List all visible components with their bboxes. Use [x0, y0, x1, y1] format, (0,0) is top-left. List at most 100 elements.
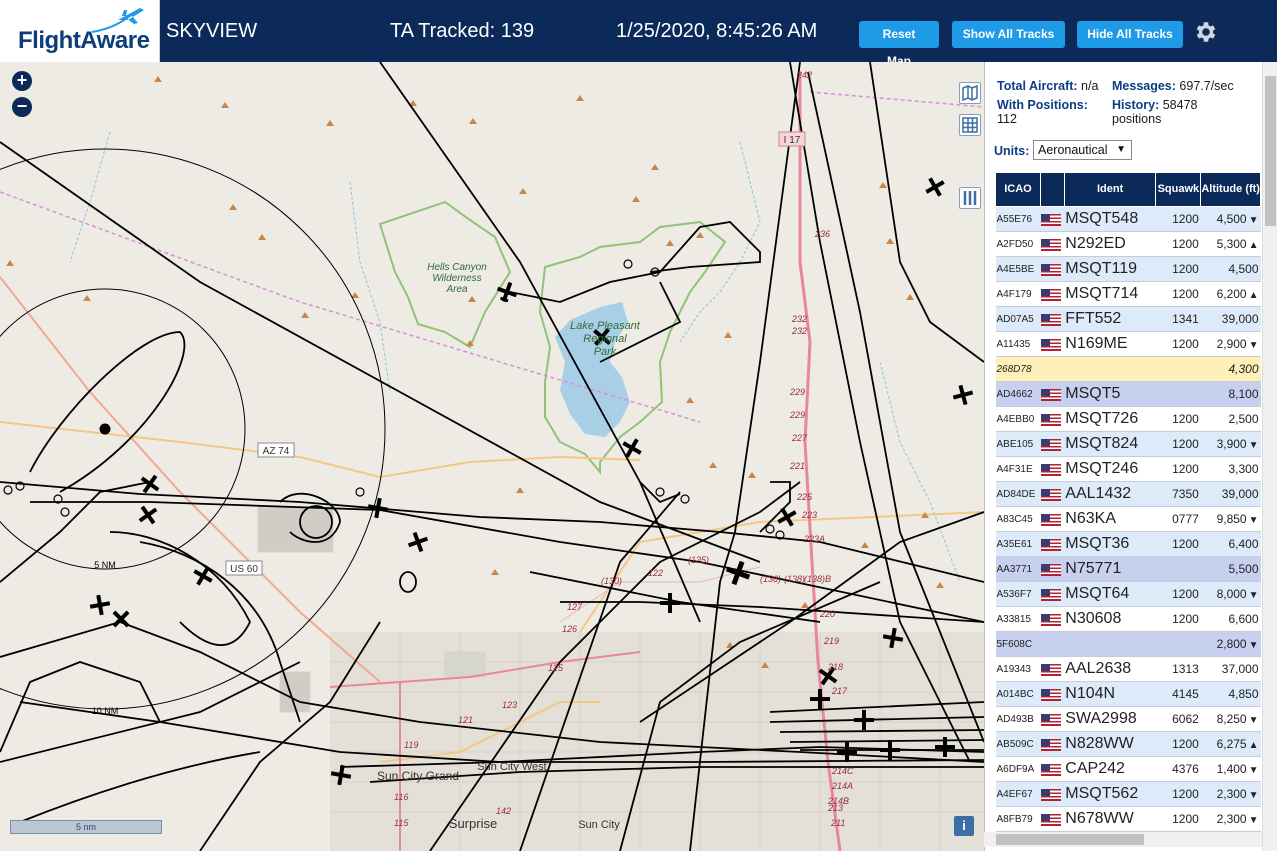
- table-row[interactable]: AD07A5 FFT552 1341 39,000: [995, 306, 1261, 332]
- table-row[interactable]: 5F608C 2,800 ▼: [995, 631, 1261, 657]
- aircraft-icon[interactable]: [88, 593, 111, 616]
- table-row[interactable]: A014BC N104N 4145 4,850: [995, 681, 1261, 707]
- ident-cell: SWA2998: [1064, 706, 1156, 732]
- aircraft-icon[interactable]: [366, 496, 389, 519]
- table-row[interactable]: AD84DE AAL1432 7350 39,000: [995, 481, 1261, 507]
- icao-cell: AD84DE: [995, 481, 1041, 507]
- altitude-cell: 8,100: [1200, 381, 1261, 407]
- table-row[interactable]: A83C45 N63KA 0777 9,850 ▼: [995, 506, 1261, 532]
- icao-cell: AD493B: [995, 706, 1041, 732]
- zoom-out-button[interactable]: −: [12, 97, 32, 117]
- squawk-cell: [1155, 356, 1201, 382]
- descending-arrow-icon: ▼: [1248, 765, 1259, 776]
- table-row[interactable]: A4F31E MSQT246 1200 3,300: [995, 456, 1261, 482]
- aircraft-icon[interactable]: [134, 501, 162, 529]
- table-row[interactable]: A55E76 MSQT548 1200 4,500 ▼: [995, 206, 1261, 232]
- table-row[interactable]: A8FB79 N678WW 1200 2,300 ▼: [995, 806, 1261, 832]
- table-row[interactable]: ABE105 MSQT824 1200 3,900 ▼: [995, 431, 1261, 457]
- reset-map-button[interactable]: Reset Map: [859, 21, 939, 68]
- icao-cell: 268D78: [995, 356, 1041, 382]
- exit-number: 223: [801, 510, 817, 520]
- flag-cell: [1040, 381, 1065, 407]
- exit-number: (135): [688, 555, 709, 565]
- squawk-cell: 0777: [1155, 506, 1201, 532]
- ident-cell: N678WW: [1064, 806, 1156, 832]
- us-flag-icon: [1041, 763, 1062, 776]
- panel-scrollbar[interactable]: [1262, 62, 1277, 851]
- squawk-cell: 4145: [1155, 681, 1201, 707]
- altitude-cell: 2,500: [1200, 406, 1261, 432]
- aircraft-icon[interactable]: [405, 529, 431, 555]
- dropdown-arrow-icon: ▼: [1116, 144, 1126, 155]
- table-row[interactable]: A536F7 MSQT64 1200 8,000 ▼: [995, 581, 1261, 607]
- table-row[interactable]: A11435 N169ME 1200 2,900 ▼: [995, 331, 1261, 357]
- zoom-in-button[interactable]: +: [12, 71, 32, 91]
- column-header-ident[interactable]: Ident: [1063, 172, 1157, 207]
- exit-number: 121: [458, 715, 473, 725]
- flag-cell: [1040, 581, 1065, 607]
- table-row[interactable]: A4EBB0 MSQT726 1200 2,500: [995, 406, 1261, 432]
- table-row[interactable]: AD4662 MSQT5 8,100: [995, 381, 1261, 407]
- exit-number: 218: [827, 662, 843, 672]
- flag-cell: [1040, 606, 1065, 632]
- descending-arrow-icon: ▼: [1248, 790, 1259, 801]
- table-row[interactable]: AD493B SWA2998 6062 8,250 ▼: [995, 706, 1261, 732]
- flag-cell: [1040, 456, 1065, 482]
- altitude-cell: 2,300 ▼: [1200, 781, 1261, 807]
- exit-number: (130): [601, 576, 622, 586]
- table-row[interactable]: A33815 N30608 1200 6,600: [995, 606, 1261, 632]
- clock: 1/25/2020, 8:45:26 AM: [616, 20, 818, 42]
- table-row[interactable]: A35E61 MSQT36 1200 6,400: [995, 531, 1261, 557]
- table-row[interactable]: A4F179 MSQT714 1200 6,200 ▲: [995, 281, 1261, 307]
- column-header-squawk[interactable]: Squawk: [1155, 172, 1202, 207]
- aircraft-table: ICAO Ident Squawk Altitude (ft) A55E76 MS…: [995, 172, 1261, 832]
- column-header-altitude[interactable]: Altitude (ft): [1200, 172, 1261, 207]
- aircraft-icon[interactable]: [951, 383, 975, 407]
- gear-icon[interactable]: [1193, 19, 1219, 45]
- altitude-cell: 2,800 ▼: [1200, 631, 1261, 657]
- column-header-flag[interactable]: [1039, 172, 1065, 207]
- horizontal-scrollbar-thumb[interactable]: [996, 834, 1144, 845]
- squawk-cell: 1200: [1155, 281, 1201, 307]
- aircraft-icon[interactable]: [660, 593, 680, 613]
- altitude-cell: 5,500: [1200, 556, 1261, 582]
- scrollbar-thumb[interactable]: [1265, 76, 1276, 226]
- table-row[interactable]: A4EF67 MSQT562 1200 2,300 ▼: [995, 781, 1261, 807]
- flag-cell: [1040, 781, 1065, 807]
- table-row[interactable]: AB509C N828WW 1200 6,275 ▲: [995, 731, 1261, 757]
- info-button[interactable]: i: [954, 816, 974, 836]
- ring-5nm-label: 5 NM: [94, 560, 116, 570]
- exit-number: 211: [830, 818, 845, 828]
- units-select[interactable]: Aeronautical ▼: [1033, 140, 1132, 160]
- panel-horizontal-scrollbar[interactable]: [984, 832, 1262, 847]
- us-flag-icon: [1041, 388, 1062, 401]
- hide-all-tracks-button[interactable]: Hide All Tracks: [1077, 21, 1183, 48]
- map-layers-button[interactable]: [959, 82, 981, 104]
- flag-cell: [1040, 756, 1065, 782]
- us-flag-icon: [1041, 263, 1062, 276]
- map-view[interactable]: Hells Canyon Wilderness Area Lake Pleasa…: [0, 62, 984, 851]
- exit-number: 123: [502, 700, 517, 710]
- altitude-value: 1,400: [1216, 762, 1247, 776]
- table-row[interactable]: A19343 AAL2638 1313 37,000: [995, 656, 1261, 682]
- table-row[interactable]: 268D78 4,300: [995, 356, 1261, 382]
- altitude-value: 39,000: [1221, 487, 1259, 501]
- map-canvas[interactable]: Hells Canyon Wilderness Area Lake Pleasa…: [0, 62, 984, 851]
- table-row[interactable]: A4E5BE MSQT119 1200 4,500: [995, 256, 1261, 282]
- column-header-icao[interactable]: ICAO: [995, 172, 1041, 207]
- ident-cell: AAL1432: [1064, 481, 1156, 507]
- sun-city-grand-label: Sun City Grand: [377, 769, 459, 783]
- table-row[interactable]: A2FD50 N292ED 1200 5,300 ▲: [995, 231, 1261, 257]
- columns-toggle-button[interactable]: [959, 187, 981, 209]
- aircraft-icon[interactable]: [107, 605, 135, 633]
- table-row[interactable]: AA3771 N75771 5,500: [995, 556, 1261, 582]
- ident-cell: [1064, 356, 1156, 382]
- table-row[interactable]: A6DF9A CAP242 4376 1,400 ▼: [995, 756, 1261, 782]
- aircraft-icon[interactable]: [189, 562, 216, 589]
- aircraft-icon[interactable]: [773, 503, 800, 530]
- exit-number: 223A: [803, 534, 825, 544]
- grid-toggle-button[interactable]: [959, 114, 981, 136]
- aircraft-icon[interactable]: [921, 173, 948, 200]
- flightaware-logo[interactable]: FlightAware: [0, 0, 160, 62]
- show-all-tracks-button[interactable]: Show All Tracks: [952, 21, 1065, 48]
